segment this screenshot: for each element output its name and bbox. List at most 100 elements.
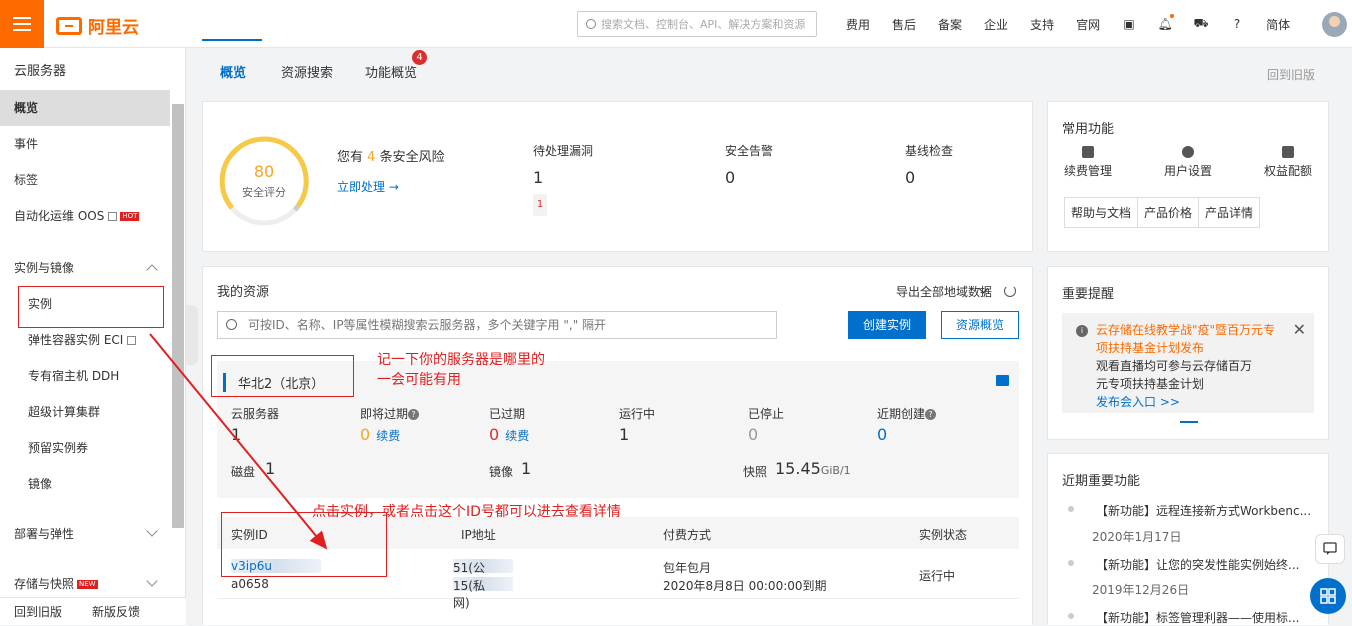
sidebar-item-label: 弹性容器实例 ECI (28, 333, 124, 347)
common-functions-title: 常用功能 (1062, 122, 1115, 137)
stat-value-stopped[interactable]: 0 (748, 425, 758, 444)
image-label: 镜像 (489, 465, 514, 479)
bell-icon[interactable]: 🔔︎ (1157, 14, 1175, 31)
sidebar-item-oos[interactable]: 自动化运维 OOS HOT (0, 198, 170, 234)
annotation-note-instance: 点击实例，或者点击这个ID号都可以进去查看详情 (312, 504, 621, 520)
refresh-icon[interactable] (1004, 285, 1016, 297)
stat-value-running[interactable]: 1 (619, 425, 629, 444)
sidebar-item-events[interactable]: 事件 (0, 126, 170, 162)
product-price-button[interactable]: 产品价格 (1137, 197, 1200, 228)
global-search-input[interactable]: 搜索文档、控制台、API、解决方案和资源 (577, 11, 817, 37)
renew-link[interactable]: 续费 (505, 429, 529, 443)
sidebar-title: 云服务器 (14, 64, 67, 79)
instance-id-line2: a0658 (231, 577, 269, 591)
timeline-dot (1068, 506, 1074, 512)
vuln-value[interactable]: 1 (533, 168, 543, 187)
feedback-link[interactable]: 新版反馈 (92, 603, 140, 620)
renewal-management-button[interactable]: 续费管理 (1048, 146, 1128, 179)
stat-label-recent: 近期创建? (877, 405, 937, 422)
annotation-box-instances (18, 286, 164, 328)
renew-link[interactable]: 续费 (376, 429, 400, 443)
chevron-down-icon (146, 575, 158, 587)
export-region-data[interactable]: 导出全部地域数据 (896, 283, 992, 300)
logo[interactable]: 阿里云 (56, 13, 139, 38)
help-icon[interactable]: ? (1230, 17, 1244, 31)
cart-icon[interactable]: ⛟ (1194, 16, 1209, 31)
sidebar-group-label: 实例与镜像 (14, 261, 75, 275)
resource-search-input[interactable]: 可按ID、名称、IP等属性模糊搜索云服务器，多个关键字用 "," 隔开 (217, 311, 777, 339)
quota-button[interactable]: 权益配额 (1248, 146, 1328, 179)
tab-overview[interactable]: 概览 (220, 62, 246, 81)
help-icon[interactable]: ? (925, 409, 937, 420)
nav-icp[interactable]: 备案 (938, 16, 962, 33)
tab-badge: 4 (412, 50, 427, 65)
sidebar-item-scc[interactable]: 超级计算集群 (0, 394, 170, 430)
stat-number[interactable]: 0 (360, 425, 370, 444)
resource-search-placeholder: 可按ID、名称、IP等属性模糊搜索云服务器，多个关键字用 "," 隔开 (248, 318, 607, 332)
stat-value-recent[interactable]: 0 (877, 425, 887, 444)
help-icon[interactable]: ? (408, 409, 420, 420)
baseline-value[interactable]: 0 (905, 168, 915, 187)
recent-feature-item[interactable]: 【新功能】标签管理利器——使用标... (1096, 609, 1299, 626)
logo-text: 阿里云 (88, 18, 139, 38)
sidebar-item-images[interactable]: 镜像 (0, 466, 170, 502)
vuln-tag: 1 (533, 194, 547, 216)
annotation-line: 一会可能有用 (377, 372, 461, 388)
sidebar-group-instances[interactable]: 实例与镜像 (0, 250, 170, 286)
sidebar-group-deploy[interactable]: 部署与弹性 (0, 516, 170, 552)
sidebar: 云服务器 概览 事件 标签 自动化运维 OOS HOT 实例与镜像 实例 弹性容器… (0, 48, 186, 625)
stat-value-servers[interactable]: 1 (231, 425, 241, 444)
nav-support[interactable]: 支持 (1030, 16, 1054, 33)
avatar[interactable] (1322, 12, 1347, 37)
recent-feature-item[interactable]: 【新功能】远程连接新方式Workbenc... (1096, 502, 1311, 519)
sidebar-item-label: 专有宿主机 DDH (28, 369, 120, 383)
snapshot-number: 15.45 (775, 459, 821, 478)
terminal-icon[interactable]: ▣ (1122, 17, 1136, 31)
menu-icon[interactable] (0, 0, 44, 48)
sidebar-item-label: 预留实例券 (28, 441, 89, 455)
recent-feature-item[interactable]: 【新功能】让您的突发性能实例始终... (1096, 556, 1299, 573)
nav-billing[interactable]: 费用 (846, 16, 870, 33)
fix-now-link[interactable]: 立即处理 → (337, 178, 399, 195)
nav-official[interactable]: 官网 (1076, 16, 1100, 33)
security-card: 80 安全评分 您有 4 条安全风险 立即处理 → 待处理漏洞 1 1 安全告警… (202, 101, 1033, 252)
back-old-version-button[interactable]: 回到旧版 (1267, 66, 1315, 83)
cart-icon[interactable] (996, 375, 1009, 386)
timeline-dot (1068, 613, 1074, 619)
snapshot-unit: GiB/1 (820, 464, 851, 477)
sidebar-scrollbar[interactable] (172, 104, 184, 528)
external-link-icon (127, 336, 137, 345)
ip-private-text: 15(私网) (453, 579, 485, 610)
close-icon[interactable]: ✕ (1293, 321, 1306, 339)
app-grid-icon[interactable] (1310, 578, 1346, 614)
timeline-dot (1068, 560, 1074, 566)
sidebar-item-overview[interactable]: 概览 (0, 90, 170, 126)
tab-resource-search[interactable]: 资源搜索 (281, 62, 333, 81)
chat-icon[interactable] (1315, 534, 1345, 564)
carousel-indicator[interactable] (1180, 421, 1198, 423)
sidebar-item-label: 镜像 (28, 477, 53, 491)
launch-event-link[interactable]: 发布会入口 >> (1096, 393, 1304, 411)
security-score-label: 安全评分 (242, 185, 286, 199)
sidebar-item-tags[interactable]: 标签 (0, 162, 170, 198)
stat-number[interactable]: 0 (489, 425, 499, 444)
nav-enterprise[interactable]: 企业 (984, 16, 1008, 33)
tab-feature-overview[interactable]: 功能概览 (365, 62, 417, 81)
back-old-version-link[interactable]: 回到旧版 (14, 603, 62, 620)
help-docs-button[interactable]: 帮助与文档 (1064, 197, 1139, 228)
user-settings-button[interactable]: 用户设置 (1148, 146, 1228, 179)
sidebar-collapse-handle[interactable] (186, 305, 198, 365)
create-instance-button[interactable]: 创建实例 (848, 311, 926, 339)
sidebar-item-ri[interactable]: 预留实例券 (0, 430, 170, 466)
product-detail-button[interactable]: 产品详情 (1198, 197, 1261, 228)
info-icon: i (1076, 325, 1088, 337)
alert-value[interactable]: 0 (725, 168, 735, 187)
snapshot-value[interactable]: 15.45GiB/1 (775, 459, 851, 478)
language-switch[interactable]: 简体 (1266, 16, 1290, 33)
nav-after-sales[interactable]: 售后 (892, 16, 916, 33)
image-value[interactable]: 1 (521, 459, 531, 478)
risk-summary: 您有 4 条安全风险 (337, 146, 445, 165)
disk-value[interactable]: 1 (265, 459, 275, 478)
sidebar-item-ddh[interactable]: 专有宿主机 DDH (0, 358, 170, 394)
resource-overview-button[interactable]: 资源概览 (941, 311, 1019, 339)
